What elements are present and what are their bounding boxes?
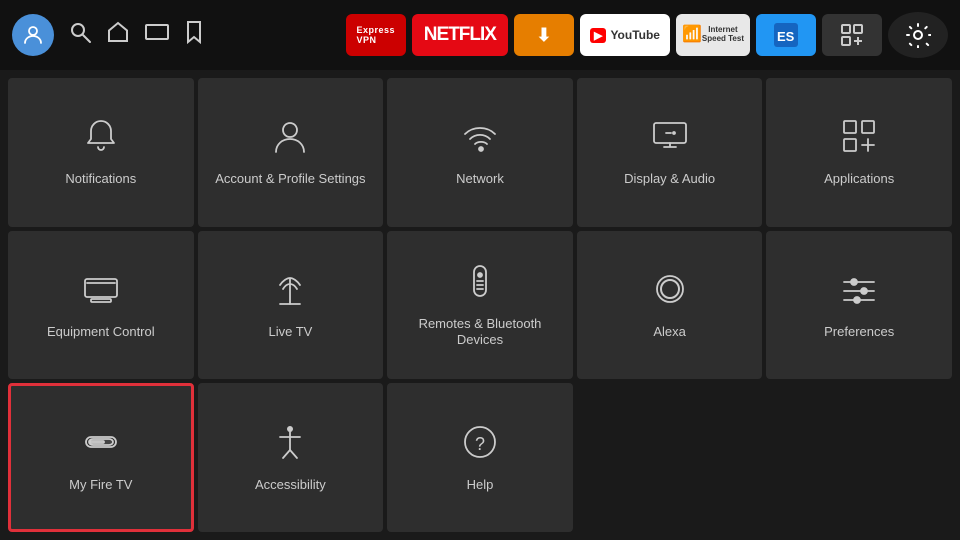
empty-cell-2	[766, 383, 952, 532]
wifi-icon	[460, 116, 500, 161]
nav-left	[12, 14, 204, 56]
top-nav: ExpressVPN NETFLIX ⬇ ▶ YouTube 📶 Interne…	[0, 0, 960, 70]
tile-live-tv-label: Live TV	[268, 324, 312, 341]
tile-equipment-label: Equipment Control	[47, 324, 155, 341]
tile-equipment-control[interactable]: Equipment Control	[8, 231, 194, 380]
tile-display-label: Display & Audio	[624, 171, 715, 188]
tile-preferences[interactable]: Preferences	[766, 231, 952, 380]
app-bar: ExpressVPN NETFLIX ⬇ ▶ YouTube 📶 Interne…	[346, 12, 948, 58]
tile-help-label: Help	[467, 477, 494, 494]
search-icon[interactable]	[68, 20, 92, 50]
settings-grid: Notifications Account & Profile Settings…	[0, 70, 960, 540]
svg-text:ES: ES	[777, 29, 795, 44]
firetv-icon	[81, 422, 121, 467]
downloader-chip[interactable]: ⬇	[514, 14, 574, 56]
home-icon[interactable]	[106, 20, 130, 50]
display-icon	[650, 116, 690, 161]
tile-alexa-label: Alexa	[653, 324, 686, 341]
bell-icon	[81, 116, 121, 161]
sliders-icon	[839, 269, 879, 314]
netflix-chip[interactable]: NETFLIX	[412, 14, 508, 56]
bookmark-icon[interactable]	[184, 20, 204, 50]
tile-applications[interactable]: Applications	[766, 78, 952, 227]
youtube-chip[interactable]: ▶ YouTube	[580, 14, 670, 56]
remote-icon	[460, 261, 500, 306]
tile-network[interactable]: Network	[387, 78, 573, 227]
speedtest-chip[interactable]: 📶 InternetSpeed Test	[676, 14, 750, 56]
tile-notifications-label: Notifications	[65, 171, 136, 188]
alexa-icon	[650, 269, 690, 314]
tile-accessibility-label: Accessibility	[255, 477, 326, 494]
tile-account-label: Account & Profile Settings	[215, 171, 365, 188]
settings-gear-icon[interactable]	[888, 12, 948, 58]
tile-account-profile[interactable]: Account & Profile Settings	[198, 78, 384, 227]
accessibility-icon	[270, 422, 310, 467]
tile-accessibility[interactable]: Accessibility	[198, 383, 384, 532]
tile-network-label: Network	[456, 171, 504, 188]
add-app-chip[interactable]	[822, 14, 882, 56]
tile-remotes-label: Remotes & Bluetooth Devices	[397, 316, 563, 350]
apps-icon	[839, 116, 879, 161]
tile-live-tv[interactable]: Live TV	[198, 231, 384, 380]
monitor-icon	[81, 269, 121, 314]
es-chip[interactable]: ES	[756, 14, 816, 56]
expressvpn-chip[interactable]: ExpressVPN	[346, 14, 406, 56]
tile-help[interactable]: ? Help	[387, 383, 573, 532]
empty-cell-1	[577, 383, 763, 532]
person-icon	[270, 116, 310, 161]
tile-applications-label: Applications	[824, 171, 894, 188]
tile-alexa[interactable]: Alexa	[577, 231, 763, 380]
avatar-icon[interactable]	[12, 14, 54, 56]
help-icon: ?	[460, 422, 500, 467]
tile-notifications[interactable]: Notifications	[8, 78, 194, 227]
tile-remotes-bluetooth[interactable]: Remotes & Bluetooth Devices	[387, 231, 573, 380]
tile-my-fire-tv[interactable]: My Fire TV	[8, 383, 194, 532]
tile-my-fire-tv-label: My Fire TV	[69, 477, 132, 494]
tv-icon[interactable]	[144, 20, 170, 50]
tile-preferences-label: Preferences	[824, 324, 894, 341]
antenna-icon	[270, 269, 310, 314]
svg-text:?: ?	[475, 434, 485, 454]
tile-display-audio[interactable]: Display & Audio	[577, 78, 763, 227]
